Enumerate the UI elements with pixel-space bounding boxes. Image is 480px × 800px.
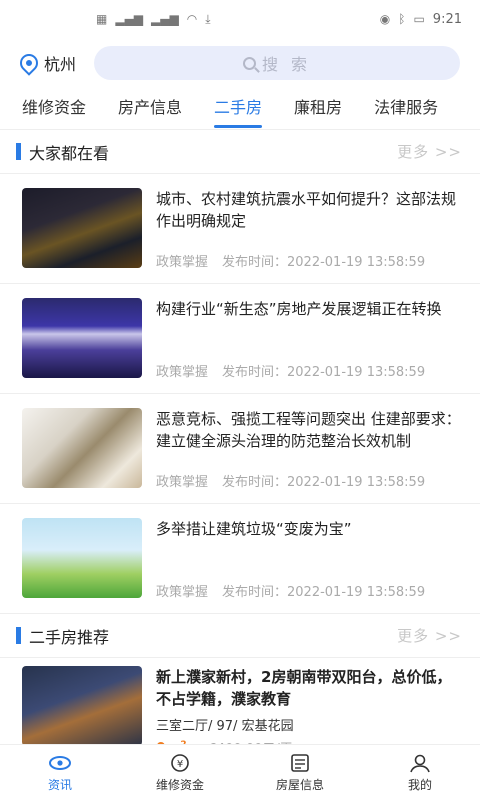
city-selector[interactable]: 杭州	[16, 50, 77, 76]
section-header-recommend: 二手房推荐 更多 >>	[0, 614, 480, 658]
yuan-coin-icon: ¥	[168, 753, 192, 773]
section-title: 二手房推荐	[16, 624, 109, 648]
listing-thumbnail	[22, 666, 142, 746]
search-placeholder: 搜 索	[261, 55, 312, 74]
news-time: 发布时间：2022-01-19 13:58:59	[222, 365, 426, 380]
listing-title: 新上濮家新村，2房朝南带双阳台，总价低，不占学籍，濮家教育	[156, 668, 452, 708]
location-pin-icon	[16, 50, 42, 76]
news-body: 恶意竞标、强揽工程等问题突出 住建部要求：建立健全源头治理的防范整治长效机制 政…	[156, 408, 462, 490]
eye-icon: ◉	[379, 12, 391, 26]
section-title-text: 大家都在看	[29, 143, 110, 163]
battery-icon: ▭	[413, 12, 425, 26]
status-time: 9:21	[432, 11, 462, 27]
news-time: 发布时间：2022-01-19 13:58:59	[222, 585, 426, 600]
tab-second-hand[interactable]: 二手房	[214, 88, 263, 129]
tab-property-info[interactable]: 房产信息	[118, 88, 182, 129]
news-time: 发布时间：2022-01-19 13:58:59	[222, 255, 426, 270]
news-item[interactable]: 多举措让建筑垃圾“变废为宝” 政策掌握 发布时间：2022-01-19 13:58…	[0, 504, 480, 614]
news-category: 政策掌握	[156, 475, 209, 490]
section-accent-bar	[16, 143, 21, 160]
tab-low-rent[interactable]: 廉租房	[294, 88, 342, 129]
news-meta: 政策掌握 发布时间：2022-01-19 13:58:59	[156, 471, 425, 490]
news-thumbnail	[22, 518, 142, 598]
news-time: 发布时间：2022-01-19 13:58:59	[222, 475, 426, 490]
news-title: 构建行业“新生态”房地产发展逻辑正在转换	[156, 300, 442, 318]
user-icon	[408, 753, 432, 773]
nav-label: 房屋信息	[275, 777, 324, 792]
nav-label: 我的	[407, 777, 432, 792]
city-name: 杭州	[44, 55, 77, 74]
news-thumbnail	[22, 408, 142, 488]
search-icon	[242, 56, 256, 70]
news-list: 城市、农村建筑抗震水平如何提升？这部法规作出明确规定 政策掌握 发布时间：2022…	[0, 174, 480, 614]
news-title: 恶意竞标、强揽工程等问题突出 住建部要求：建立健全源头治理的防范整治长效机制	[156, 410, 461, 450]
news-body: 构建行业“新生态”房地产发展逻辑正在转换 政策掌握 发布时间：2022-01-19…	[156, 298, 462, 380]
section-accent-bar	[16, 627, 21, 644]
news-category: 政策掌握	[156, 365, 209, 380]
news-meta: 政策掌握 发布时间：2022-01-19 13:58:59	[156, 251, 425, 270]
status-bar: ▦ ▂▄▆ ▂▄▆ ◠ ⤓ ◉ ᛒ ▭ 9:21	[0, 0, 480, 38]
tab-legal-service[interactable]: 法律服务	[374, 88, 438, 129]
nav-label: 资讯	[47, 777, 72, 792]
sim-icon: ▦	[96, 12, 108, 26]
listing-item[interactable]: 新上濮家新村，2房朝南带双阳台，总价低，不占学籍，濮家教育 三室二厅/ 97/ …	[0, 658, 480, 758]
news-meta: 政策掌握 发布时间：2022-01-19 13:58:59	[156, 361, 425, 380]
wifi-icon: ◠	[186, 12, 198, 26]
signal-icon: ▂▄▆	[115, 12, 144, 26]
news-title: 多举措让建筑垃圾“变废为宝”	[156, 520, 352, 538]
listing-subtitle: 三室二厅/ 97/ 宏基花园	[156, 719, 294, 734]
nav-news[interactable]: 资讯	[0, 745, 120, 800]
news-item[interactable]: 恶意竞标、强揽工程等问题突出 住建部要求：建立健全源头治理的防范整治长效机制 政…	[0, 394, 480, 504]
bluetooth-icon: ᛒ	[398, 12, 406, 26]
news-item[interactable]: 构建行业“新生态”房地产发展逻辑正在转换 政策掌握 发布时间：2022-01-19…	[0, 284, 480, 394]
news-item[interactable]: 城市、农村建筑抗震水平如何提升？这部法规作出明确规定 政策掌握 发布时间：2022…	[0, 174, 480, 284]
tab-maintenance-fund[interactable]: 维修资金	[22, 88, 86, 129]
more-link[interactable]: 更多 >>	[397, 141, 462, 162]
search-input[interactable]: 搜 索	[94, 46, 460, 80]
signal-icon-2: ▂▄▆	[151, 12, 179, 26]
eye-icon	[48, 753, 72, 773]
status-right: ◉ ᛒ ▭ 9:21	[380, 12, 462, 27]
section-title-text: 二手房推荐	[29, 627, 110, 647]
svg-text:¥: ¥	[177, 759, 183, 770]
category-tabs: 维修资金 房产信息 二手房 廉租房 法律服务	[0, 88, 480, 130]
top-bar: 杭州 搜 索	[0, 38, 480, 88]
document-icon	[288, 753, 312, 773]
nav-profile[interactable]: 我的	[360, 745, 480, 800]
nav-label: 维修资金	[155, 777, 204, 792]
news-body: 多举措让建筑垃圾“变废为宝” 政策掌握 发布时间：2022-01-19 13:58…	[156, 518, 462, 600]
status-left: ▦ ▂▄▆ ▂▄▆ ◠ ⤓	[96, 12, 211, 27]
news-thumbnail	[22, 298, 142, 378]
news-meta: 政策掌握 发布时间：2022-01-19 13:58:59	[156, 581, 425, 600]
news-thumbnail	[22, 188, 142, 268]
nav-house-info[interactable]: 房屋信息	[240, 745, 360, 800]
more-link[interactable]: 更多 >>	[397, 625, 462, 646]
news-title: 城市、农村建筑抗震水平如何提升？这部法规作出明确规定	[156, 190, 457, 230]
download-icon: ⤓	[205, 11, 211, 26]
news-body: 城市、农村建筑抗震水平如何提升？这部法规作出明确规定 政策掌握 发布时间：2022…	[156, 188, 462, 270]
news-category: 政策掌握	[156, 585, 209, 600]
section-header-popular: 大家都在看 更多 >>	[0, 130, 480, 174]
section-title: 大家都在看	[16, 140, 109, 164]
nav-maintenance-fund[interactable]: ¥ 维修资金	[120, 745, 240, 800]
news-category: 政策掌握	[156, 255, 209, 270]
bottom-nav: 资讯 ¥ 维修资金 房屋信息 我的	[0, 744, 480, 800]
